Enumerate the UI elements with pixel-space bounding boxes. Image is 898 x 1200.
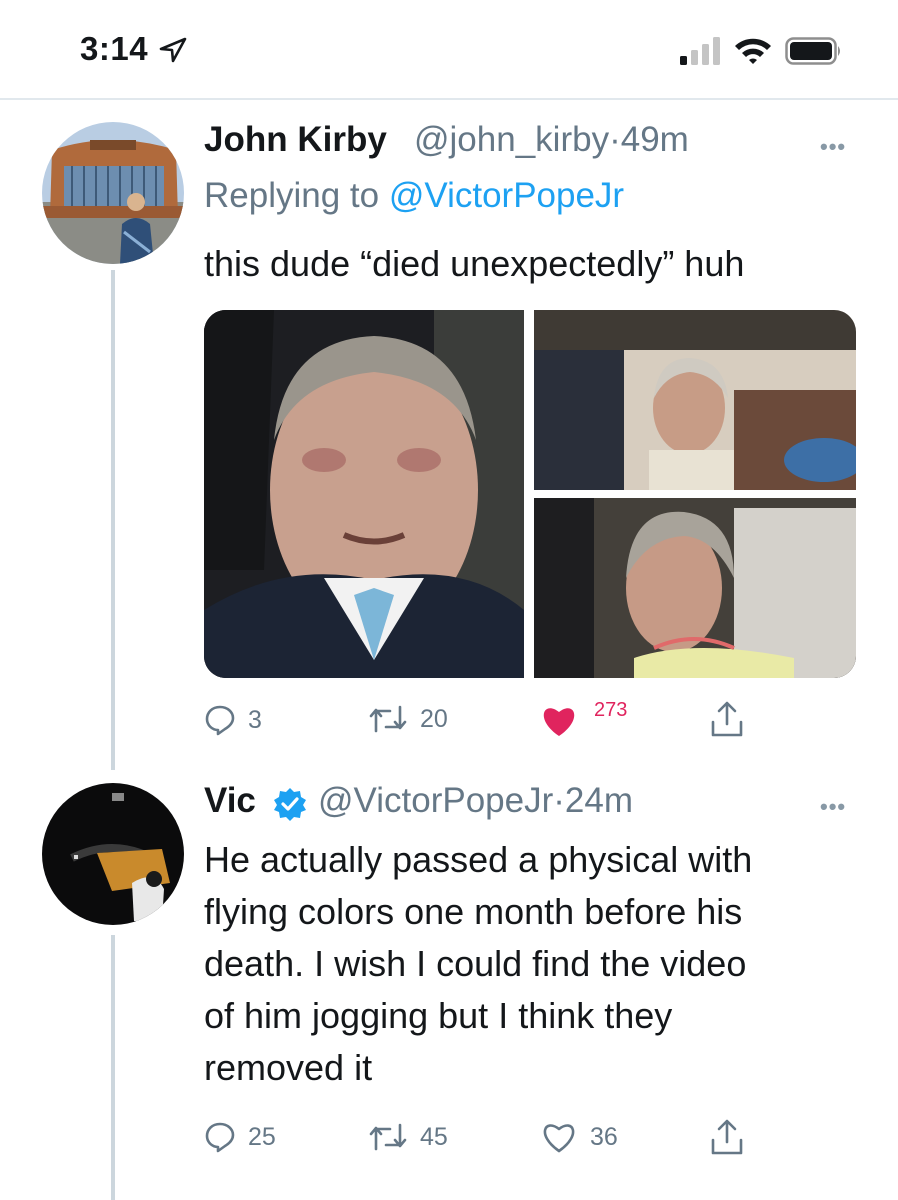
share-button[interactable] — [710, 1118, 744, 1156]
battery-icon — [785, 37, 840, 65]
retweet-count: 45 — [420, 1122, 448, 1151]
more-options-icon[interactable]: ••• — [820, 794, 846, 820]
replying-prefix: Replying to — [204, 176, 389, 215]
reply-button[interactable]: 3 — [204, 704, 262, 736]
tweet-text: this dude “died unexpectedly” huh — [204, 243, 745, 284]
retweet-button[interactable]: 20 — [368, 704, 448, 734]
tweet-text-line: He actually passed a physical with — [204, 839, 753, 880]
tweet-text-line: flying colors one month before his — [204, 891, 743, 932]
replying-mention-link[interactable]: @VictorPopeJr — [389, 176, 624, 215]
thread-line — [111, 270, 115, 770]
more-options-icon[interactable]: ••• — [820, 134, 846, 160]
like-count: 36 — [590, 1122, 618, 1151]
status-time: 3:14 — [80, 30, 149, 67]
retweet-count: 20 — [420, 704, 448, 733]
header-divider — [0, 98, 898, 100]
replying-to: Replying to @VictorPopeJr — [204, 176, 624, 216]
retweet-icon — [369, 705, 407, 733]
like-count-animating: 273 — [594, 702, 644, 732]
media-photo-3[interactable] — [534, 498, 856, 678]
share-icon — [711, 701, 743, 737]
retweet-icon — [369, 1123, 407, 1151]
tweet-text-line: removed it — [204, 1047, 373, 1088]
avatar[interactable] — [42, 783, 184, 925]
tweet-time[interactable]: 24m — [565, 781, 633, 820]
tweet-time[interactable]: 49m — [621, 120, 689, 159]
avatar[interactable] — [42, 122, 184, 264]
meta-separator: · — [553, 781, 565, 820]
media-photo-2[interactable] — [534, 310, 856, 490]
author-handle[interactable]: @VictorPopeJr — [318, 781, 553, 820]
like-button[interactable] — [540, 704, 578, 738]
reply-count: 3 — [248, 705, 262, 734]
share-icon — [711, 1119, 743, 1155]
heart-filled-icon — [543, 708, 575, 736]
media-grid[interactable] — [204, 310, 856, 678]
tweet-text-line: death. I wish I could find the video — [204, 943, 747, 984]
author-name[interactable]: John Kirby — [204, 120, 387, 160]
author-name[interactable]: Vic — [204, 781, 256, 821]
status-bar: 3:14 — [0, 0, 898, 98]
wifi-icon — [735, 38, 771, 64]
cellular-signal-icon — [680, 37, 720, 65]
like-count: 273 — [594, 702, 628, 721]
media-photo-1[interactable] — [204, 310, 524, 678]
verified-badge-icon — [274, 788, 306, 821]
reply-icon — [205, 705, 235, 736]
tweet-text-line: of him jogging but I think they — [204, 995, 673, 1036]
like-button[interactable]: 36 — [540, 1120, 618, 1154]
reply-button[interactable]: 25 — [204, 1121, 276, 1153]
reply-icon — [205, 1122, 235, 1153]
location-arrow-icon — [159, 37, 187, 63]
author-meta: @VictorPopeJr·24m — [318, 781, 633, 821]
author-meta: @john_kirby·49m — [414, 120, 689, 160]
heart-outline-icon — [543, 1124, 575, 1153]
share-button[interactable] — [710, 700, 744, 738]
thread-line — [111, 935, 115, 1200]
reply-count: 25 — [248, 1122, 276, 1151]
tweet-text: He actually passed a physical with flyin… — [204, 834, 844, 1094]
meta-separator: · — [609, 120, 621, 159]
author-handle[interactable]: @john_kirby — [414, 120, 609, 159]
retweet-button[interactable]: 45 — [368, 1122, 448, 1152]
